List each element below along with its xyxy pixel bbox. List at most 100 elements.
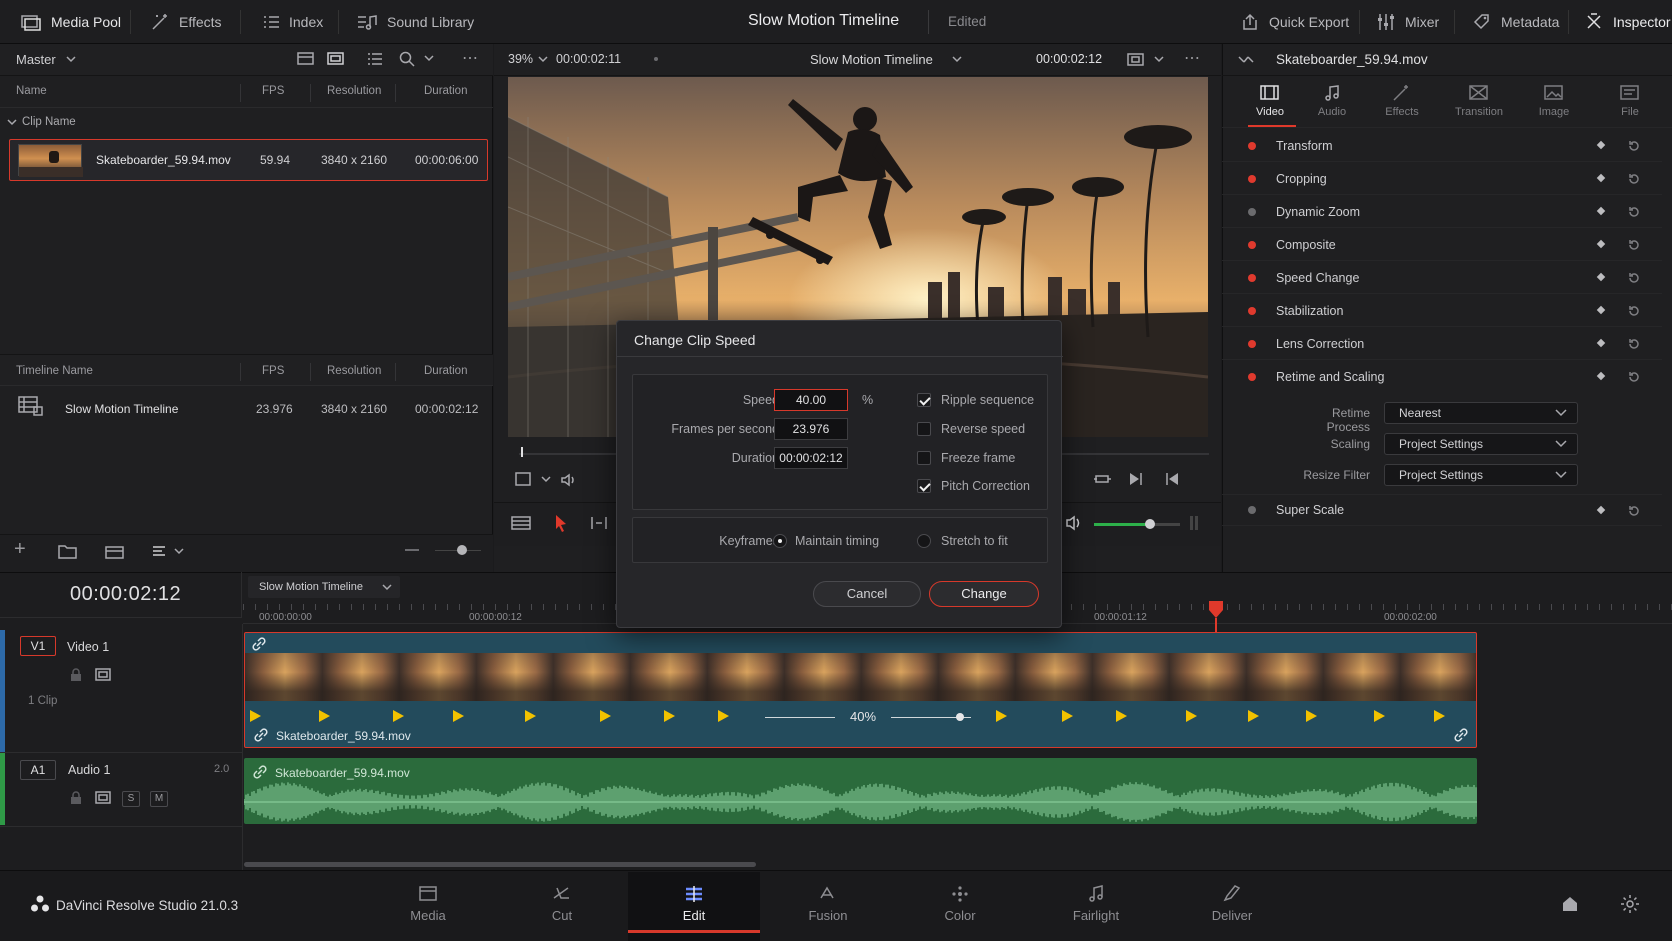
tab-transition[interactable]: Transition: [1446, 84, 1512, 118]
page-color[interactable]: Color: [900, 884, 1020, 923]
speed-badge[interactable]: 40%: [835, 709, 891, 724]
keyframe-diamond-icon[interactable]: [1596, 173, 1606, 183]
timeline-row[interactable]: Slow Motion Timeline 23.976 3840 x 2160 …: [0, 392, 493, 426]
reset-icon[interactable]: [1626, 270, 1642, 286]
stretch-to-fit-radio[interactable]: [917, 534, 931, 548]
reverse-speed-checkbox[interactable]: [917, 422, 931, 436]
media-pool-button[interactable]: Media Pool: [20, 0, 121, 44]
section-enabled-dot[interactable]: [1248, 339, 1256, 348]
view-mode-icon[interactable]: [151, 542, 187, 560]
effects-button[interactable]: Effects: [150, 0, 222, 44]
pitch-correction-checkbox[interactable]: [917, 479, 931, 493]
page-cut[interactable]: Cut: [502, 884, 622, 923]
audio-lock-icon[interactable]: [69, 791, 83, 805]
settings-gear-icon[interactable]: [1620, 894, 1640, 914]
volume-slider-fill[interactable]: [1094, 523, 1150, 526]
cancel-button[interactable]: Cancel: [813, 581, 921, 607]
v1-destination-button[interactable]: V1: [20, 636, 56, 656]
timeline-view-options-icon[interactable]: [510, 514, 534, 532]
a1-destination-button[interactable]: A1: [20, 760, 56, 780]
search-icon[interactable]: [398, 50, 416, 68]
section-lens-correction[interactable]: Lens Correction: [1222, 328, 1662, 360]
section-enabled-dot[interactable]: [1248, 273, 1256, 282]
speed-handle[interactable]: [956, 713, 964, 721]
folder-icon[interactable]: [57, 542, 79, 560]
mixer-button[interactable]: Mixer: [1376, 0, 1439, 44]
section-disabled-dot[interactable]: [1248, 207, 1256, 216]
zoom-chevron-icon[interactable]: [538, 55, 548, 63]
section-enabled-dot[interactable]: [1248, 306, 1256, 315]
reset-icon[interactable]: [1626, 336, 1642, 352]
viewer-zoom[interactable]: 39%: [508, 52, 533, 66]
change-button[interactable]: Change: [929, 581, 1039, 607]
lock-icon[interactable]: [69, 668, 83, 682]
section-enabled-dot[interactable]: [1248, 141, 1256, 150]
section-super-scale[interactable]: Super Scale: [1222, 494, 1662, 526]
link-clip-icon[interactable]: [1236, 52, 1256, 68]
reset-icon[interactable]: [1626, 138, 1642, 154]
sound-library-button[interactable]: Sound Library: [356, 0, 474, 44]
audio-link-icon[interactable]: [252, 764, 268, 780]
tab-image[interactable]: Image: [1524, 84, 1584, 118]
retime-process-select[interactable]: Nearest: [1384, 402, 1578, 424]
keyframe-diamond-icon[interactable]: [1596, 371, 1606, 381]
bin-selector[interactable]: Master: [16, 52, 56, 67]
page-deliver[interactable]: Deliver: [1172, 884, 1292, 923]
keyframe-diamond-icon[interactable]: [1596, 305, 1606, 315]
col-timeline-resolution[interactable]: Resolution: [327, 365, 381, 377]
col-timeline-fps[interactable]: FPS: [262, 365, 284, 377]
section-composite[interactable]: Composite: [1222, 229, 1662, 261]
audio-track-enable-icon[interactable]: [94, 790, 112, 806]
clip-row-selected[interactable]: Skateboarder_59.94.mov 59.94 3840 x 2160…: [9, 139, 488, 181]
playhead-handle[interactable]: [1208, 600, 1224, 620]
list-view-icon[interactable]: [366, 50, 384, 68]
audio-clip[interactable]: Skateboarder_59.94.mov: [244, 758, 1477, 824]
keyframe-diamond-icon[interactable]: [1596, 272, 1606, 282]
keyframe-diamond-icon[interactable]: [1596, 505, 1606, 515]
tab-video[interactable]: Video: [1240, 84, 1300, 118]
more-options-icon[interactable]: ⋯: [462, 48, 479, 68]
viewer-playhead[interactable]: [521, 447, 523, 457]
add-icon[interactable]: +: [14, 538, 26, 561]
page-edit[interactable]: Edit: [634, 884, 754, 923]
section-speed-change[interactable]: Speed Change: [1222, 262, 1662, 294]
reset-icon[interactable]: [1626, 369, 1642, 385]
tab-audio[interactable]: Audio: [1302, 84, 1362, 118]
col-fps[interactable]: FPS: [262, 85, 284, 97]
bin-chevron-icon[interactable]: [66, 55, 76, 63]
sort-chevron-icon[interactable]: [424, 54, 434, 62]
transform-overlay-icon[interactable]: [514, 470, 554, 488]
clip-link-icon[interactable]: [251, 636, 267, 652]
clip-link-icon[interactable]: [253, 727, 269, 743]
scaling-select[interactable]: Project Settings: [1384, 433, 1578, 455]
index-button[interactable]: Index: [262, 0, 323, 44]
metadata-button[interactable]: Metadata: [1472, 0, 1559, 44]
volume-slider-handle[interactable]: [1145, 519, 1155, 529]
video-clip[interactable]: 40% Skateboarder_59.94.mov: [244, 632, 1477, 748]
tab-effects[interactable]: Effects: [1372, 84, 1432, 118]
keyframe-diamond-icon[interactable]: [1596, 206, 1606, 216]
col-duration[interactable]: Duration: [424, 85, 467, 97]
track-video-enable-icon[interactable]: [94, 667, 112, 683]
trim-tool-icon[interactable]: [588, 514, 612, 532]
section-stabilization[interactable]: Stabilization: [1222, 295, 1662, 327]
group-chevron-icon[interactable]: [7, 118, 17, 126]
section-disabled-dot[interactable]: [1248, 506, 1256, 514]
keyframe-diamond-icon[interactable]: [1596, 239, 1606, 249]
viewer-mode-icon[interactable]: [1126, 51, 1146, 69]
bin-icon[interactable]: [104, 542, 126, 560]
loop-icon[interactable]: [1092, 470, 1114, 488]
speed-input[interactable]: 40.00: [774, 389, 848, 411]
col-timeline-name[interactable]: Timeline Name: [16, 365, 93, 377]
section-enabled-dot[interactable]: [1248, 240, 1256, 249]
page-fusion[interactable]: Fusion: [768, 884, 888, 923]
zoom-slider-handle[interactable]: [457, 545, 467, 555]
timeline-scrollbar[interactable]: [244, 862, 756, 867]
section-enabled-dot[interactable]: [1248, 174, 1256, 183]
playhead-line[interactable]: [1215, 618, 1217, 632]
mute-button[interactable]: M: [150, 791, 168, 807]
page-fairlight[interactable]: Fairlight: [1036, 884, 1156, 923]
next-frame-icon[interactable]: [1126, 470, 1146, 488]
viewer-title-chevron-icon[interactable]: [952, 55, 962, 63]
inspector-button[interactable]: Inspector: [1584, 0, 1671, 44]
